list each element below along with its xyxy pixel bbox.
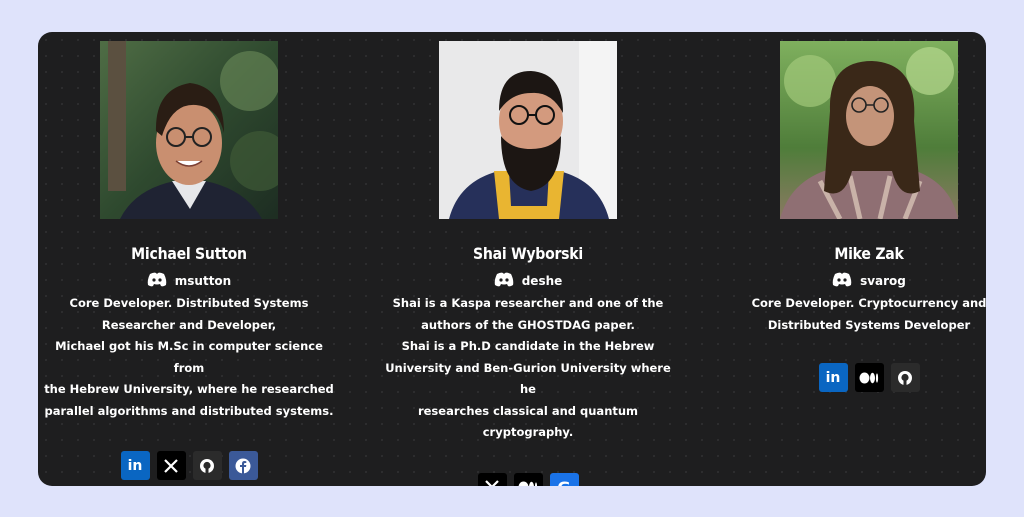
handle-text: svarog xyxy=(860,274,906,288)
member-name: Shai Wyborski xyxy=(473,244,583,263)
description-line: Researcher and Developer, xyxy=(101,317,277,332)
discord-icon xyxy=(832,272,852,290)
x-twitter-icon[interactable] xyxy=(156,451,186,480)
description-line: researches classical and quantum xyxy=(417,403,639,418)
social-links: G xyxy=(378,472,678,486)
github-icon[interactable] xyxy=(192,451,222,480)
discord-icon xyxy=(147,272,167,290)
member-description: Core Developer. Cryptocurrency and Distr… xyxy=(719,293,986,336)
avatar xyxy=(100,41,278,219)
linkedin-icon[interactable]: in xyxy=(120,451,150,480)
description-line: Core Developer. Distributed Systems xyxy=(69,296,309,310)
description-line: Michael got his M.Sc in computer science… xyxy=(55,339,323,375)
team-panel: Michael Sutton msutton Core Developer. D… xyxy=(38,32,986,486)
member-description: Shai is a Kaspa researcher and one of th… xyxy=(378,293,678,444)
description-line: Shai is a Kaspa researcher and one of th… xyxy=(392,296,664,310)
facebook-icon[interactable] xyxy=(228,451,258,480)
social-links: in xyxy=(39,451,339,480)
medium-icon[interactable] xyxy=(513,472,543,486)
description-line: authors of the GHOSTDAG paper. xyxy=(421,317,635,332)
linkedin-icon[interactable]: in xyxy=(818,363,848,392)
google-scholar-icon[interactable]: G xyxy=(549,472,579,486)
description-line: Core Developer. Cryptocurrency and xyxy=(751,296,986,310)
github-icon[interactable] xyxy=(890,363,920,392)
team-card-shai-wyborski: Shai Wyborski deshe Shai is a Kaspa rese… xyxy=(378,32,678,486)
description-line: Distributed Systems Developer xyxy=(767,317,971,332)
member-name: Michael Sutton xyxy=(131,244,247,263)
avatar xyxy=(439,41,617,219)
description-line: the Hebrew University, where he research… xyxy=(44,382,334,396)
description-line: cryptography. xyxy=(482,425,574,439)
x-twitter-icon[interactable] xyxy=(477,472,507,486)
member-name: Mike Zak xyxy=(834,244,904,263)
avatar xyxy=(780,41,958,219)
discord-icon xyxy=(494,272,514,290)
handle-text: deshe xyxy=(521,274,563,288)
member-handle[interactable]: svarog xyxy=(719,271,986,291)
member-handle[interactable]: msutton xyxy=(39,271,339,291)
social-links: in xyxy=(719,363,986,392)
member-description: Core Developer. Distributed Systems Rese… xyxy=(39,293,339,422)
team-card-mike-zak: Mike Zak svarog Core Developer. Cryptocu… xyxy=(719,32,986,392)
team-card-michael-sutton: Michael Sutton msutton Core Developer. D… xyxy=(39,32,339,480)
description-line: University and Ben-Gurion University whe… xyxy=(385,360,671,397)
description-line: Shai is a Ph.D candidate in the Hebrew xyxy=(401,339,655,353)
description-line: parallel algorithms and distributed syst… xyxy=(44,403,334,418)
medium-icon[interactable] xyxy=(854,363,884,392)
member-handle[interactable]: deshe xyxy=(378,271,678,291)
handle-text: msutton xyxy=(174,274,232,288)
